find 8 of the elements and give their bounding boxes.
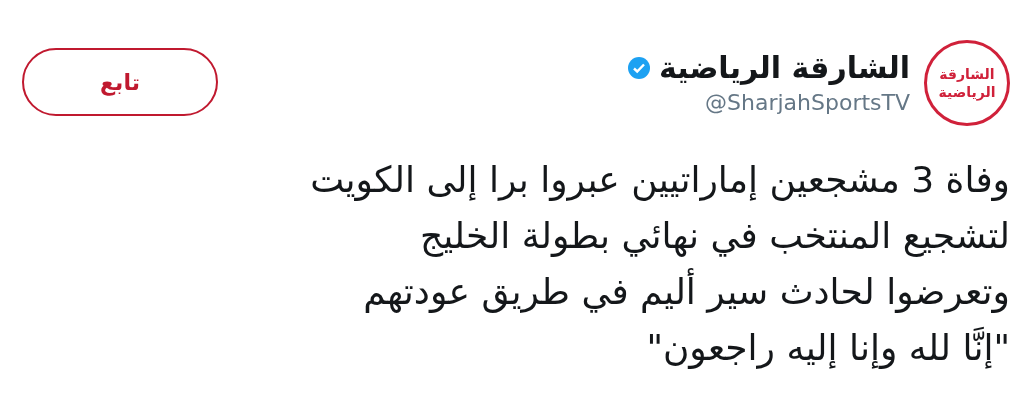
follow-button[interactable]: تابع [22,48,218,116]
account-handle: @SharjahSportsTV [705,89,910,117]
tweet-text-line: وفاة 3 مشجعين إماراتيين عبروا برا إلى الكويت [310,158,1010,203]
tweet-text-line: لتشجيع المنتخب في نهائي بطولة الخليج [420,214,1010,259]
tweet-text-line: وتعرضوا لحادث سير أليم في طريق عودتهم [363,264,1010,320]
tweet-text-line: "إنَّا لله وإنا إليه راجعون" [646,326,1010,371]
account-name: الشارقة الرياضية [658,49,910,87]
avatar-logo: الشارقة الرياضية [924,40,1010,126]
